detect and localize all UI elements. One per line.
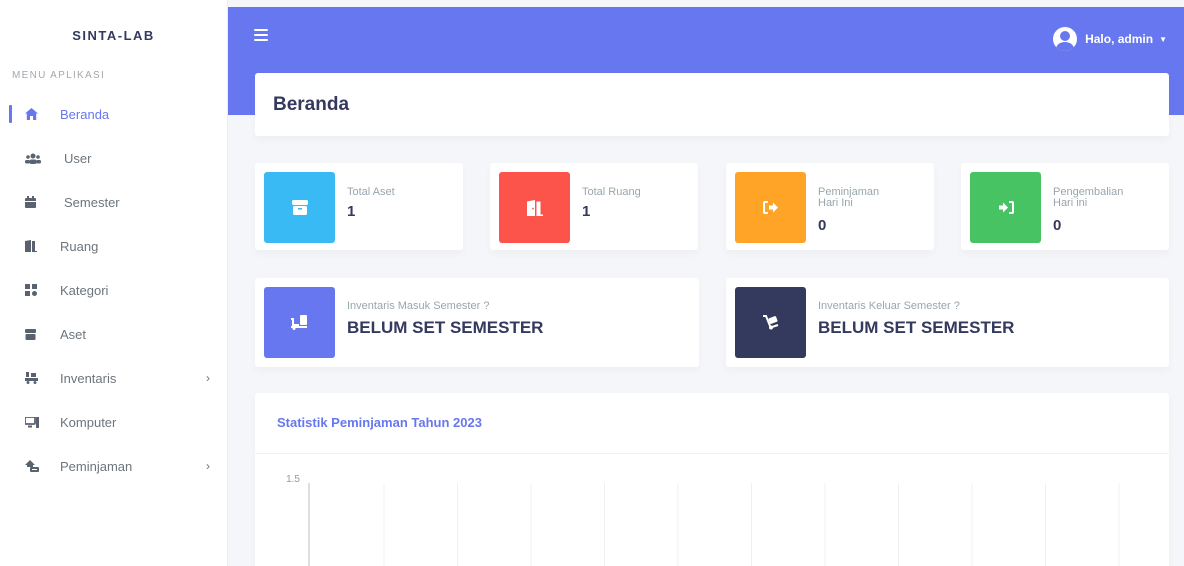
page-title: Beranda: [273, 93, 350, 115]
sidebar-item-semester[interactable]: Semester: [0, 180, 228, 224]
computer-icon: [25, 416, 55, 428]
box-icon: [25, 328, 55, 340]
categories-icon: [25, 284, 55, 296]
sidebar-item-label: Peminjaman: [60, 458, 133, 474]
sidebar-item-komputer[interactable]: Komputer: [0, 400, 228, 444]
inventory-in-card: Inventaris Masuk Semester ? BELUM SET SE…: [255, 278, 699, 367]
stat-value: 1: [582, 203, 591, 220]
home-icon: [25, 108, 55, 120]
sidebar: SINTA-LAB MENU APLIKASI Beranda User Sem…: [0, 0, 228, 566]
stat-card-total-ruang: Total Ruang 1: [490, 163, 698, 250]
sidebar-item-inventaris[interactable]: Inventaris ›: [0, 356, 228, 400]
stat-card-peminjaman-hari-ini: Peminjaman Hari Ini 0: [726, 163, 934, 250]
door-icon: [25, 240, 55, 252]
sidebar-item-beranda[interactable]: Beranda: [0, 92, 228, 136]
sidebar-item-user[interactable]: User: [0, 136, 228, 180]
page-header: Beranda: [255, 73, 1169, 136]
sidebar-item-ruang[interactable]: Ruang: [0, 224, 228, 268]
chevron-right-icon: ›: [206, 371, 210, 385]
stat-value: 0: [818, 217, 827, 234]
sidebar-item-label: Beranda: [60, 106, 110, 122]
sidebar-item-label: Ruang: [60, 238, 99, 254]
grid-lines: [383, 483, 1120, 566]
inventory-value: BELUM SET SEMESTER: [347, 318, 544, 337]
stat-label: Total Aset: [347, 186, 395, 198]
stat-label: Pengembalian Hari ini: [1053, 186, 1124, 209]
avatar: [1053, 27, 1078, 51]
sidebar-menu: Beranda User Semester Ruang Kategori Ase…: [0, 92, 228, 488]
door-icon: [499, 172, 570, 243]
caret-down-icon: ▼: [1159, 34, 1167, 44]
user-dropdown[interactable]: Halo, admin ▼: [1053, 27, 1167, 51]
chart-plot: 1.5: [286, 474, 1120, 566]
sidebar-item-label: Inventaris: [60, 370, 117, 386]
inventory-value: BELUM SET SEMESTER: [818, 318, 1015, 337]
stat-card-total-aset: Total Aset 1: [255, 163, 463, 250]
dolly-in-icon: [264, 287, 335, 358]
stat-label: Peminjaman Hari Ini: [818, 186, 880, 209]
sidebar-item-kategori[interactable]: Kategori: [0, 268, 228, 312]
stat-value: 1: [347, 203, 356, 220]
sidebar-item-label: Semester: [64, 194, 120, 210]
inventory-label: Inventaris Keluar Semester ?: [818, 300, 960, 312]
chart-card: Statistik Peminjaman Tahun 2023 1.5: [255, 393, 1169, 566]
y-tick-label: 1.5: [286, 474, 300, 485]
menu-header: MENU APLIKASI: [12, 70, 106, 81]
sidebar-item-peminjaman[interactable]: Peminjaman ›: [0, 444, 228, 488]
sidebar-item-label: Kategori: [60, 282, 109, 298]
inventory-label: Inventaris Masuk Semester ?: [347, 300, 490, 312]
chart-title: Statistik Peminjaman Tahun 2023: [277, 415, 482, 430]
sidebar-item-label: Aset: [60, 326, 87, 342]
box-icon: [264, 172, 335, 243]
calendar-icon: [25, 196, 55, 208]
sign-in-icon: [970, 172, 1041, 243]
sign-out-icon: [735, 172, 806, 243]
menu-toggle-icon[interactable]: [254, 29, 268, 41]
sidebar-item-label: User: [64, 150, 92, 166]
brand-logo[interactable]: SINTA-LAB: [0, 0, 227, 70]
user-greeting: Halo, admin: [1085, 32, 1154, 46]
sidebar-item-aset[interactable]: Aset: [0, 312, 228, 356]
dolly-icon: [25, 372, 55, 384]
inventory-out-card: Inventaris Keluar Semester ? BELUM SET S…: [726, 278, 1169, 367]
dolly-out-icon: [735, 287, 806, 358]
sidebar-item-label: Komputer: [60, 414, 117, 430]
stat-label: Total Ruang: [582, 186, 641, 198]
stat-card-pengembalian-hari-ini: Pengembalian Hari ini 0: [961, 163, 1169, 250]
users-icon: [25, 153, 55, 164]
handshake-icon: [25, 460, 55, 472]
chevron-right-icon: ›: [206, 459, 210, 473]
stat-value: 0: [1053, 217, 1062, 234]
chart-area: 1.5: [255, 454, 1169, 566]
